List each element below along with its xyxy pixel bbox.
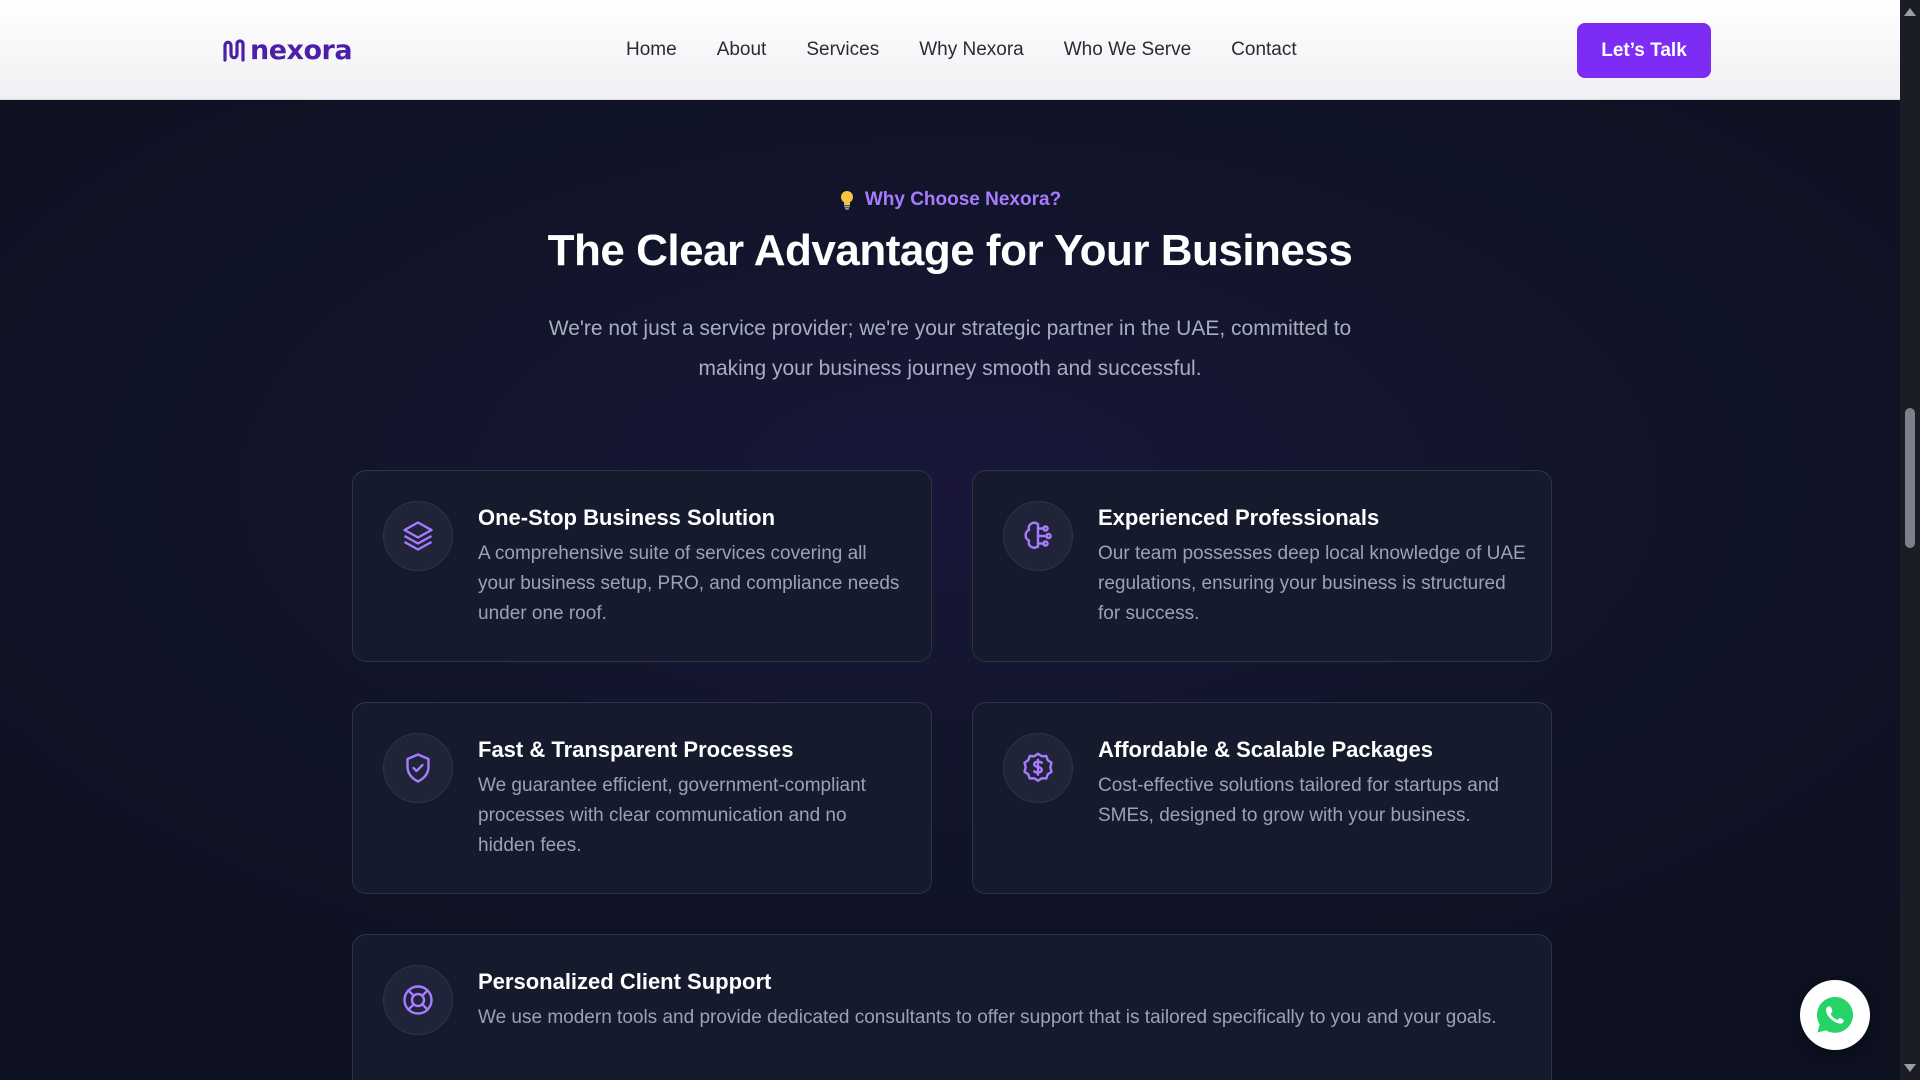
feature-card-one-stop: One-Stop Business Solution A comprehensi… (352, 470, 932, 662)
page-scrollbar[interactable] (1900, 0, 1920, 1080)
nav-services[interactable]: Services (806, 39, 879, 61)
card-title: Fast & Transparent Processes (478, 737, 794, 762)
layers-icon (383, 501, 453, 571)
main-nav: Home About Services Why Nexora Who We Se… (626, 0, 1297, 100)
section-subtitle: We're not just a service provider; we're… (548, 317, 1352, 380)
page: nexora Home About Services Why Nexora Wh… (0, 0, 1900, 1080)
brain-icon (1003, 501, 1073, 571)
whatsapp-button[interactable] (1800, 980, 1870, 1050)
shield-check-icon (383, 733, 453, 803)
card-description: A comprehensive suite of services coveri… (478, 543, 900, 624)
feature-card-fast-transparent: Fast & Transparent Processes We guarante… (352, 702, 932, 894)
nav-contact[interactable]: Contact (1231, 39, 1296, 61)
card-title: Personalized Client Support (478, 969, 772, 994)
dollar-badge-icon (1003, 733, 1073, 803)
logo-text: nexora (250, 34, 353, 66)
section-title: The Clear Advantage for Your Business (547, 226, 1353, 275)
lets-talk-button[interactable]: Let’s Talk (1577, 23, 1711, 78)
nav-about[interactable]: About (717, 39, 767, 61)
card-title: Affordable & Scalable Packages (1098, 737, 1434, 762)
section-eyebrow: Why Choose Nexora? (0, 189, 1900, 211)
site-header: nexora Home About Services Why Nexora Wh… (0, 0, 1900, 100)
eyebrow-text: Why Choose Nexora? (864, 189, 1062, 210)
feature-card-experienced: Experienced Professionals Our team posse… (972, 470, 1552, 662)
lightbulb-icon (840, 191, 853, 210)
lifebuoy-icon (383, 965, 453, 1035)
card-description: Our team possesses deep local knowledge … (1098, 543, 1526, 624)
card-description: We use modern tools and provide dedicate… (478, 1007, 1497, 1028)
scroll-down-arrow-icon[interactable] (1904, 1064, 1916, 1072)
nav-who-we-serve[interactable]: Who We Serve (1064, 39, 1191, 61)
card-title: Experienced Professionals (1098, 505, 1380, 530)
card-description: We guarantee efficient, government-compl… (478, 775, 866, 856)
whatsapp-icon (1817, 997, 1853, 1033)
feature-card-personalized-support: Personalized Client Support We use moder… (352, 934, 1552, 1080)
card-title: One-Stop Business Solution (478, 505, 776, 530)
card-description: Cost-effective solutions tailored for st… (1098, 775, 1499, 826)
scrollbar-thumb[interactable] (1905, 408, 1915, 548)
nexora-mark-icon (223, 39, 245, 62)
nav-home[interactable]: Home (626, 39, 677, 61)
nav-why-nexora[interactable]: Why Nexora (919, 39, 1024, 61)
feature-card-affordable: Affordable & Scalable Packages Cost-effe… (972, 702, 1552, 894)
logo[interactable]: nexora (222, 34, 353, 66)
scroll-up-arrow-icon[interactable] (1904, 8, 1916, 16)
